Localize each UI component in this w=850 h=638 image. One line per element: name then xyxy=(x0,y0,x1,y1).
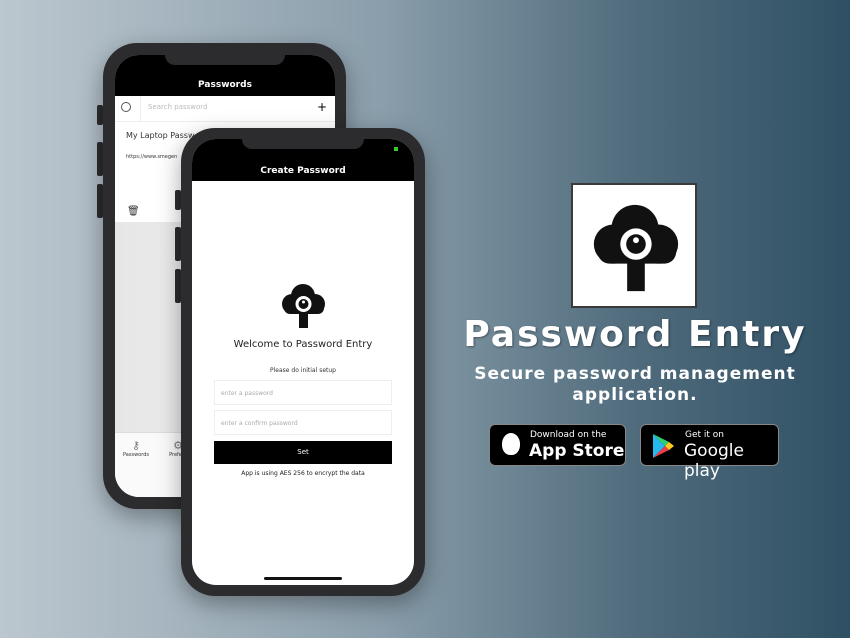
tagline-line-2: application. xyxy=(572,385,698,405)
app-store-badge[interactable]: Download on the App Store xyxy=(489,424,626,466)
tagline-line-1: Secure password management xyxy=(474,364,796,384)
item-title[interactable]: My Laptop Passw xyxy=(126,131,195,140)
welcome-text: Welcome to Password Entry xyxy=(233,339,373,350)
key-icon: ⚷ xyxy=(131,439,141,452)
add-button[interactable]: + xyxy=(317,100,327,114)
cloud-key-logo xyxy=(282,284,325,328)
search-input[interactable]: Search password xyxy=(140,96,320,122)
app-icon xyxy=(571,183,697,308)
item-url: https://www.smegen xyxy=(126,154,178,160)
confirm-password-input[interactable]: enter a confirm password xyxy=(214,410,392,435)
setup-text: Please do initial setup xyxy=(270,367,336,374)
set-button[interactable]: Set xyxy=(214,441,392,464)
trash-icon[interactable]: 🗑 xyxy=(127,206,140,217)
battery-icon xyxy=(394,147,398,151)
google-play-badge[interactable]: Get it on Google play xyxy=(640,424,779,481)
app-name: Password Entry xyxy=(463,314,807,355)
home-indicator xyxy=(264,577,342,580)
search-icon xyxy=(121,102,131,112)
password-input[interactable]: enter a password xyxy=(214,380,392,405)
tab-passwords[interactable]: ⚷ Passwords xyxy=(123,439,149,458)
play-icon xyxy=(653,434,674,458)
footer-text: App is using AES 256 to encrypt the data xyxy=(241,470,365,477)
front-phone: Create Password Welcome to Password Entr… xyxy=(181,128,425,596)
